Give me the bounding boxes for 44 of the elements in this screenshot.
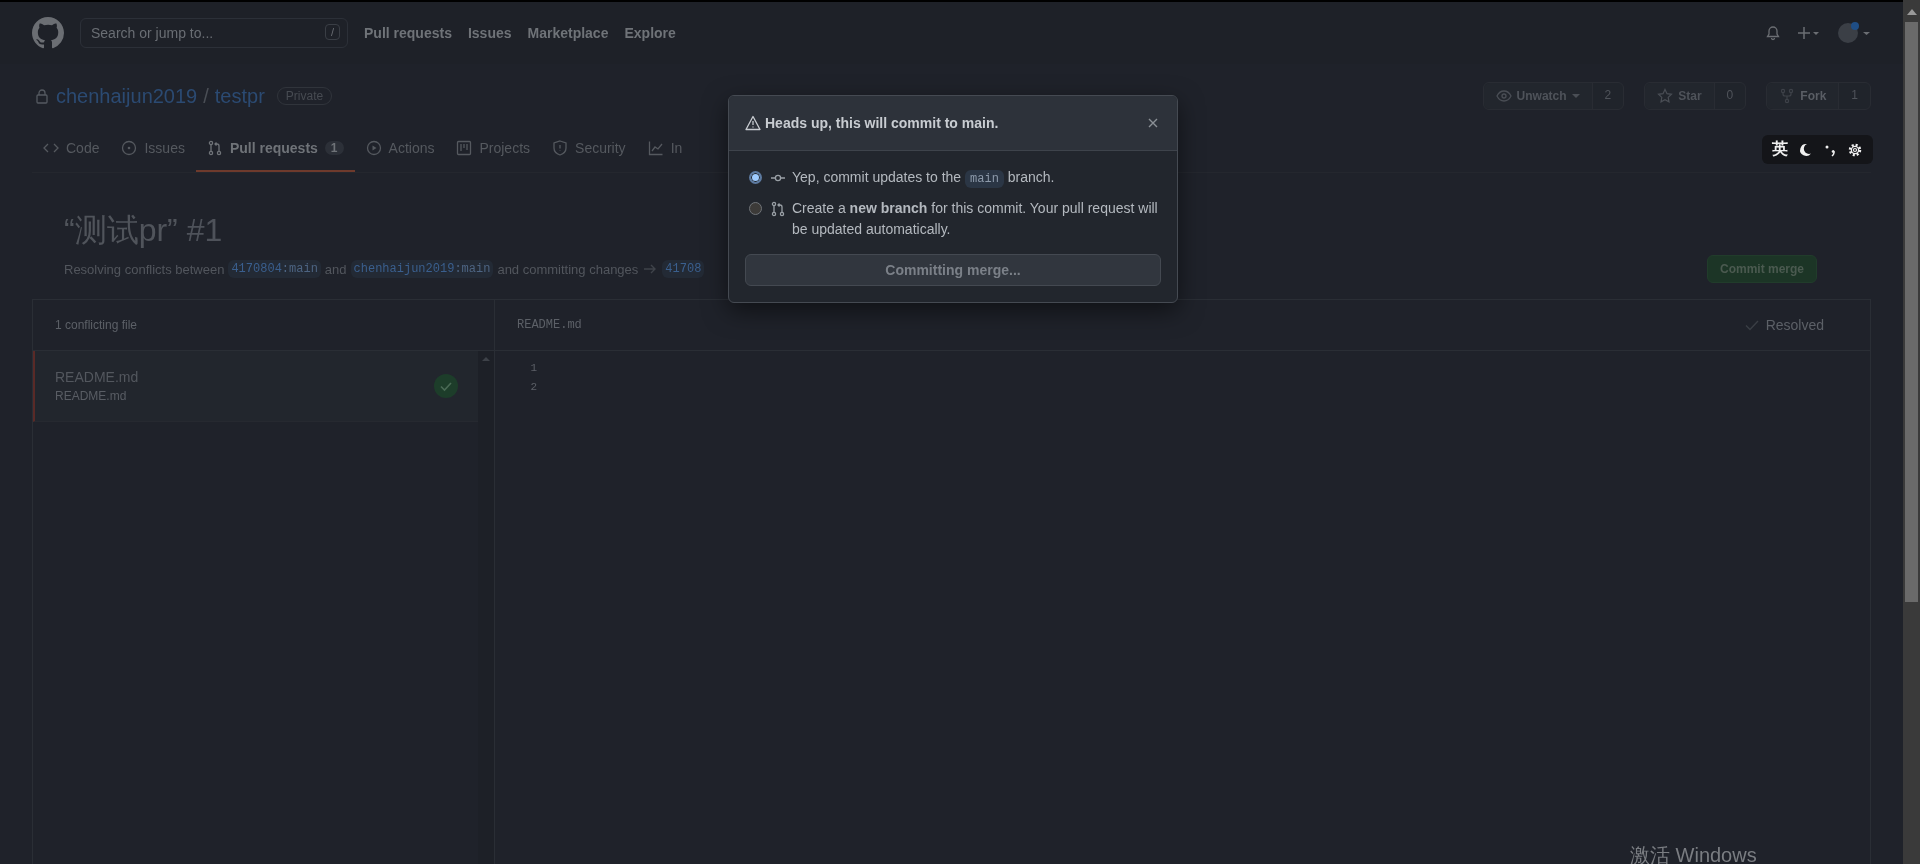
settings-icon[interactable]: [1847, 141, 1863, 158]
dialog-title: Heads up, this will commit to main.: [765, 115, 999, 131]
nav-link[interactable]: Marketplace: [527, 25, 609, 41]
radio-button[interactable]: [749, 202, 762, 215]
shield-icon: [552, 140, 569, 156]
resolved-status: Resolved: [1765, 317, 1824, 333]
fork-icon: [1779, 88, 1796, 104]
play-icon: [365, 140, 382, 156]
board-icon: [456, 140, 473, 156]
eye-icon: [1495, 88, 1512, 104]
lock-icon: [34, 88, 50, 104]
repo-tab[interactable]: Pull requests 1: [195, 128, 355, 172]
graph-icon: [647, 140, 664, 156]
branch-label[interactable]: 41708: [662, 260, 705, 278]
branch-label[interactable]: 4170804:main: [228, 260, 321, 278]
branch-label[interactable]: chenhaijun2019:main: [350, 260, 494, 278]
warning-icon: [745, 115, 761, 131]
plus-dropdown-icon[interactable]: [1797, 25, 1821, 41]
pull-request-icon: [770, 201, 786, 217]
page-scrollbar[interactable]: [1903, 0, 1920, 864]
editor-filename: README.md: [517, 318, 582, 332]
repo-name-link[interactable]: testpr: [214, 84, 265, 108]
shortcut-key: /: [324, 24, 340, 40]
line-number: 1: [529, 361, 537, 376]
star-icon: [1657, 88, 1674, 104]
bell-icon[interactable]: [1765, 25, 1781, 41]
moon-icon[interactable]: [1797, 141, 1813, 158]
nav-link[interactable]: Issues: [467, 25, 512, 41]
conflict-count-heading: 1 conflicting file: [55, 318, 138, 332]
option-label: Yep, commit updates to the main branch.: [792, 168, 1056, 190]
input-language-toggle[interactable]: 英: [1772, 139, 1788, 160]
nav-link[interactable]: Explore: [624, 25, 676, 41]
repo-owner-link[interactable]: chenhaijun2019: [56, 84, 198, 108]
option-label: Create a new branch for this commit. Your pull request will be updated automatically.: [792, 199, 1159, 239]
nav-link[interactable]: Pull requests: [364, 25, 452, 41]
caret-icon: [1571, 92, 1580, 100]
scroll-up-icon[interactable]: [1906, 8, 1917, 16]
octocat-logo-icon[interactable]: [32, 17, 64, 49]
avatar-icon[interactable]: [1837, 22, 1871, 44]
radio-button[interactable]: [749, 171, 762, 184]
pull-request-icon: [206, 140, 223, 156]
issue-icon: [121, 140, 138, 156]
path-separator: /: [203, 84, 209, 108]
scroll-thumb[interactable]: [1905, 22, 1918, 602]
